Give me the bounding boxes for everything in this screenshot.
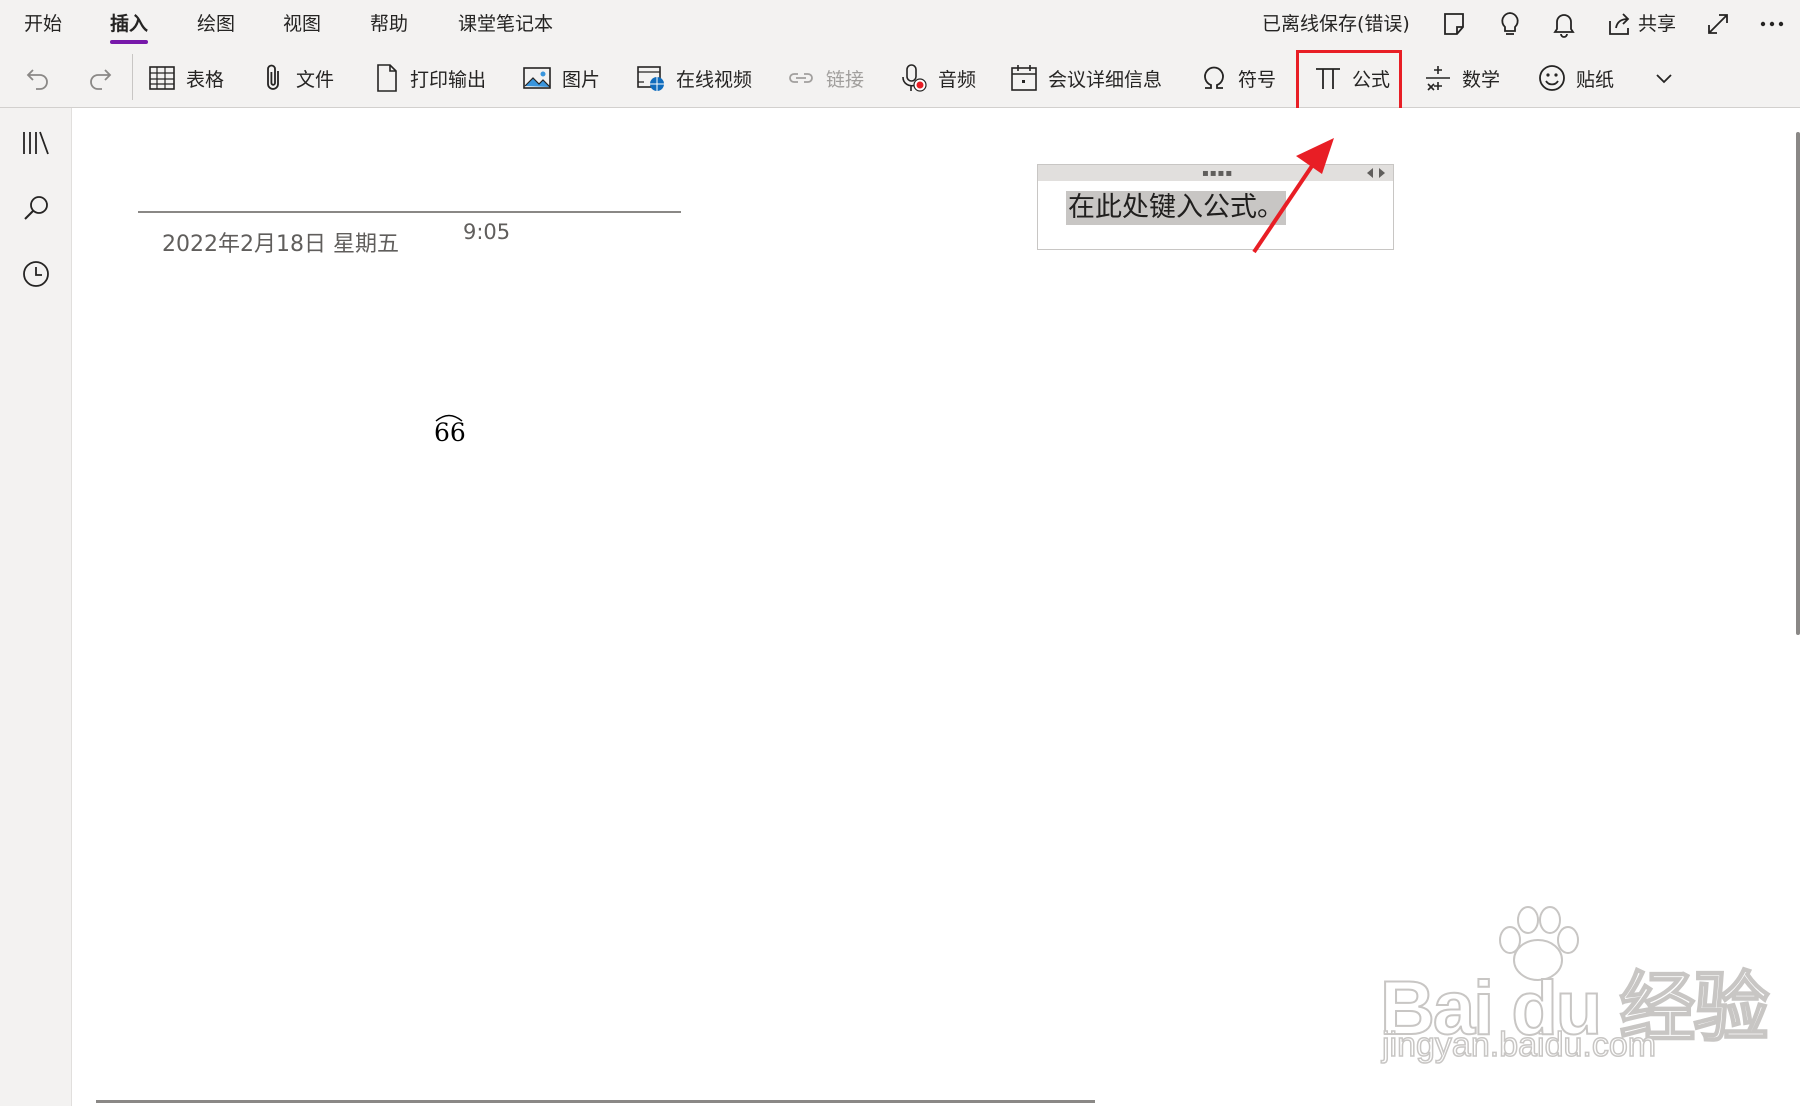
math-expression-text: 66 [434,418,466,447]
calendar-icon [1011,65,1037,91]
tab-insert[interactable]: 插入 [110,10,149,44]
math-button[interactable]: 数学 [1424,58,1500,98]
vertical-scrollbar[interactable] [1796,132,1800,635]
ribbon-overflow-button[interactable] [1654,58,1674,98]
drag-dots-icon: ▪▪▪▪ [1202,168,1234,179]
file-button[interactable]: 文件 [262,58,334,98]
tab-help[interactable]: 帮助 [370,10,408,38]
more-icon[interactable] [1756,8,1788,40]
math-label: 数学 [1462,68,1501,91]
link-icon [789,73,813,83]
online-video-label: 在线视频 [676,68,753,91]
picture-button[interactable]: 图片 [522,58,600,98]
tab-view[interactable]: 视图 [283,10,321,38]
math-expression[interactable]: 66 [434,414,466,447]
equation-container[interactable]: ▪▪▪▪ 在此处键入公式。 [1037,164,1394,250]
meeting-details-label: 会议详细信息 [1048,68,1163,91]
audio-button[interactable]: 音频 [900,58,976,98]
save-status: 已离线保存(错误) [1262,13,1410,35]
audio-record-icon [902,64,927,92]
tab-draw[interactable]: 绘图 [197,10,235,38]
notes-icon[interactable] [1438,8,1470,40]
page-title-underline [138,211,681,213]
online-video-button[interactable]: 在线视频 [636,58,752,98]
equation-input[interactable]: 在此处键入公式。 [1066,191,1286,225]
arc-accent-icon [435,414,463,422]
search-icon[interactable] [18,190,54,226]
meeting-details-button[interactable]: 会议详细信息 [1010,58,1162,98]
tab-class-notebook[interactable]: 课堂笔记本 [458,10,553,38]
sticker-label: 贴纸 [1576,68,1615,91]
picture-label: 图片 [562,68,601,91]
notebooks-icon[interactable] [18,125,54,161]
undo-icon [26,69,48,90]
menu-bar: 开始 插入 绘图 视图 帮助 课堂笔记本 已离线保存(错误) 共享 [0,0,1800,48]
lightbulb-icon[interactable] [1494,8,1526,40]
link-button[interactable]: 链接 [786,58,864,98]
math-icon [1426,66,1450,91]
expand-icon[interactable] [1702,8,1734,40]
document-icon [377,64,397,92]
link-label: 链接 [826,68,865,91]
resize-arrows-icon[interactable] [1363,167,1389,179]
page-time: 9:05 [463,220,511,244]
container-drag-handle[interactable]: ▪▪▪▪ [1038,165,1393,181]
table-icon [149,66,175,90]
recent-clock-icon[interactable] [18,256,54,292]
table-label: 表格 [186,68,225,91]
tab-home[interactable]: 开始 [24,10,62,38]
redo-button[interactable] [86,58,114,98]
page-date: 2022年2月18日 星期五 [162,232,399,257]
chevron-down-icon [1656,74,1672,84]
omega-icon [1204,66,1224,89]
symbol-button[interactable]: 符号 [1200,58,1276,98]
table-button[interactable]: 表格 [148,58,224,98]
left-nav-rail [0,108,72,1106]
share-label[interactable]: 共享 [1638,10,1676,38]
ribbon-toolbar: 表格 文件 打印输出 图片 在线视频 链接 音频 会议详细信息 符号 公式 数学 [0,48,1800,108]
page-canvas[interactable]: 2022年2月18日 星期五 9:05 66 ▪▪▪▪ 在此处键入公式。 [72,108,1800,1106]
bell-icon[interactable] [1548,8,1580,40]
file-label: 文件 [296,68,335,91]
page-bottom-rule [96,1100,1095,1103]
audio-label: 音频 [938,68,977,91]
symbol-label: 符号 [1238,68,1277,91]
printout-button[interactable]: 打印输出 [374,58,486,98]
picture-icon [523,67,551,89]
toolbar-divider [132,54,133,100]
smiley-icon [1539,65,1565,91]
printout-label: 打印输出 [410,68,487,91]
online-video-icon [637,66,664,91]
sticker-button[interactable]: 贴纸 [1538,58,1614,98]
paperclip-icon [267,64,279,90]
undo-button[interactable] [24,58,52,98]
redo-icon [90,69,112,90]
share-icon[interactable] [1604,8,1636,40]
